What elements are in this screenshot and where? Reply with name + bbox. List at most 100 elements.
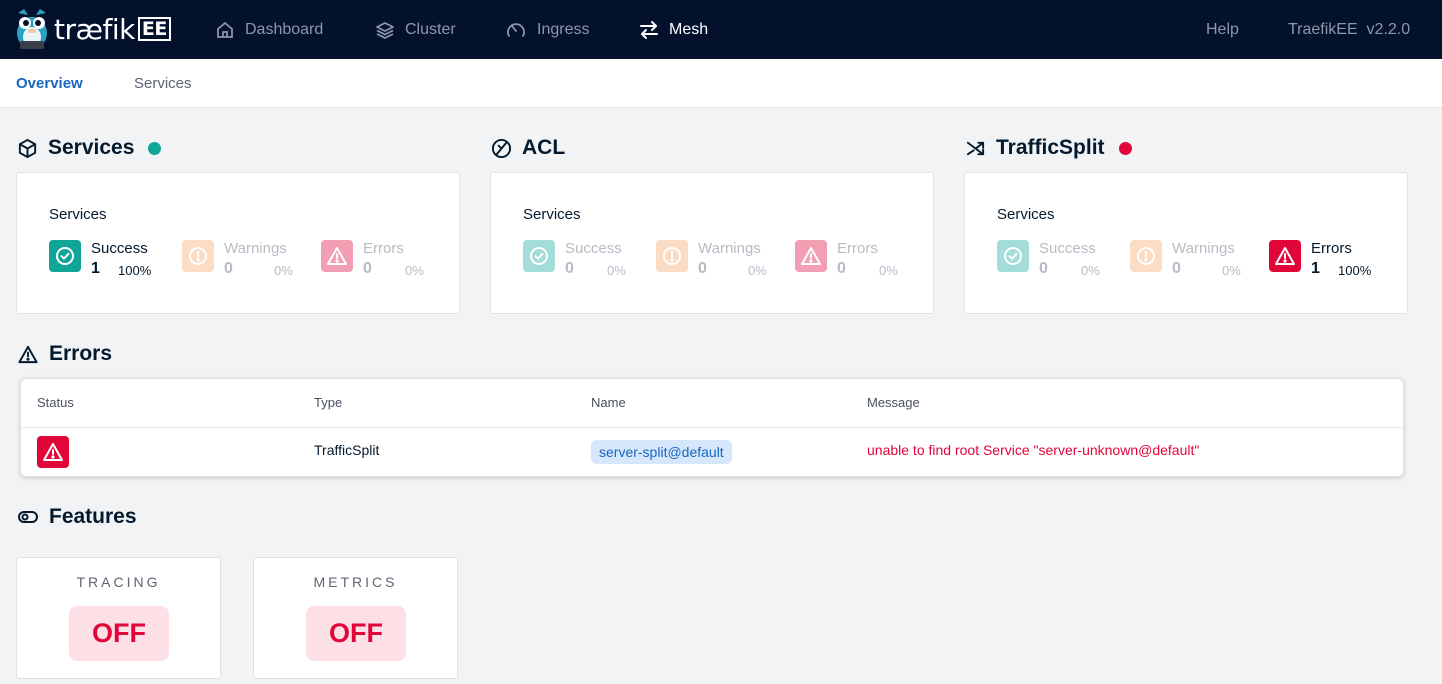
acl-summary-card[interactable]: Services Success 0 0% Warnings 0 0% Erro… (490, 172, 934, 314)
service-name-chip[interactable]: server-split@default (591, 440, 732, 464)
services-summary-card[interactable]: Services Success 1 100% Warnings 0 0% Er… (16, 172, 460, 314)
warning-circle-icon (656, 240, 688, 272)
nav-dashboard[interactable]: Dashboard (215, 0, 323, 59)
nav-cluster[interactable]: Cluster (375, 0, 456, 59)
stat-percent: 0% (748, 263, 767, 278)
feature-label: METRICS (313, 574, 398, 590)
section-title-features: Features (17, 502, 137, 532)
warning-triangle-icon (18, 345, 38, 363)
swap-arrows-icon (640, 20, 658, 39)
tab-overview-label: Overview (16, 74, 83, 92)
stat-percent: 0% (274, 263, 293, 278)
section-title-trafficsplit-text: TrafficSplit (996, 136, 1105, 159)
stat-warnings: Warnings 0 0% (1130, 240, 1270, 278)
nav-ingress[interactable]: Ingress (505, 0, 589, 59)
stat-percent: 0% (879, 263, 898, 278)
logo-wordmark: træfik (54, 12, 135, 46)
stat-label: Success (91, 240, 148, 257)
stat-count: 0 (1039, 260, 1048, 277)
check-circle-icon (523, 240, 555, 272)
stat-count: 0 (698, 260, 707, 277)
nav-help-label: Help (1206, 20, 1239, 38)
section-title-services: Services (17, 133, 162, 163)
layers-icon (376, 21, 394, 39)
cube-icon (18, 138, 37, 158)
warning-circle-icon (182, 240, 214, 272)
column-header-name[interactable]: Name (591, 395, 626, 410)
stat-success: Success 0 0% (523, 240, 663, 278)
stat-count: 0 (1172, 260, 1181, 277)
stat-percent: 100% (118, 263, 152, 278)
nav-mesh[interactable]: Mesh (639, 0, 708, 59)
stat-label: Success (565, 240, 622, 257)
feature-status-badge: OFF (69, 606, 169, 661)
column-header-status[interactable]: Status (37, 395, 74, 410)
nav-mesh-label: Mesh (669, 20, 709, 38)
stat-label: Errors (1311, 240, 1352, 257)
section-title-features-text: Features (49, 505, 137, 528)
feature-card-tracing: TRACING OFF (16, 557, 221, 679)
nav-cluster-label: Cluster (405, 20, 456, 38)
top-navbar: træfik EE Dashboard Cluster Ingress Mesh … (0, 0, 1442, 59)
errors-table: Status Type Name Message TrafficSplit se… (20, 378, 1404, 477)
check-circle-icon (49, 240, 81, 272)
stat-errors: Errors 0 0% (321, 240, 461, 278)
tab-services[interactable]: Services (134, 59, 192, 107)
trafficsplit-summary-card[interactable]: Services Success 0 0% Warnings 0 0% Erro… (964, 172, 1408, 314)
card-label: Services (523, 206, 581, 223)
stat-count: 1 (1311, 260, 1320, 277)
stat-label: Warnings (224, 240, 287, 257)
stat-count: 0 (837, 260, 846, 277)
stat-label: Errors (837, 240, 878, 257)
section-title-errors: Errors (17, 339, 112, 369)
stat-percent: 0% (607, 263, 626, 278)
gopher-mascot-icon (17, 9, 47, 49)
error-triangle-icon (321, 240, 353, 272)
traefikee-logo[interactable]: træfik EE (14, 6, 171, 52)
section-title-errors-text: Errors (49, 342, 113, 365)
section-title-trafficsplit: TrafficSplit (965, 133, 1132, 163)
cell-type: TrafficSplit (314, 442, 380, 458)
version-text: TraefikEE v2.2.0 (1288, 20, 1411, 38)
stat-count: 0 (363, 260, 372, 277)
status-dot-error (1118, 141, 1132, 155)
home-icon (217, 21, 233, 38)
tab-overview[interactable]: Overview (16, 59, 83, 107)
column-header-message[interactable]: Message (867, 395, 920, 410)
nav-help[interactable]: Help (1206, 0, 1239, 59)
stat-label: Errors (363, 240, 404, 257)
feature-label: TRACING (76, 574, 161, 590)
card-label: Services (997, 206, 1055, 223)
check-circle-icon (997, 240, 1029, 272)
stat-warnings: Warnings 0 0% (182, 240, 322, 278)
section-title-services-text: Services (48, 136, 135, 159)
stat-percent: 100% (1338, 263, 1372, 278)
stat-errors: Errors 0 0% (795, 240, 935, 278)
stat-label: Success (1039, 240, 1096, 257)
cell-message: unable to find root Service "server-unkn… (867, 442, 1200, 458)
section-title-acl-text: ACL (522, 136, 566, 159)
nav-dashboard-label: Dashboard (245, 20, 324, 38)
stat-count: 1 (91, 260, 100, 277)
error-triangle-icon (795, 240, 827, 272)
feature-card-metrics: METRICS OFF (253, 557, 458, 679)
stat-success: Success 0 0% (997, 240, 1137, 278)
toggle-icon (18, 511, 38, 523)
stat-percent: 0% (1222, 263, 1241, 278)
table-divider (21, 427, 1403, 428)
stat-count: 0 (565, 260, 574, 277)
stat-label: Warnings (698, 240, 761, 257)
status-dot-success (148, 141, 162, 155)
column-header-type[interactable]: Type (314, 395, 342, 410)
stat-percent: 0% (405, 263, 424, 278)
acl-shield-icon (491, 138, 512, 158)
shuffle-icon (966, 141, 985, 155)
nav-ingress-label: Ingress (537, 20, 590, 38)
stat-warnings: Warnings 0 0% (656, 240, 796, 278)
stat-label: Warnings (1172, 240, 1235, 257)
sub-navbar: Overview Services (0, 59, 1442, 108)
card-label: Services (49, 206, 107, 223)
stat-errors: Errors 1 100% (1269, 240, 1409, 278)
logo-text: træfik EE (54, 13, 171, 46)
version-label: TraefikEE v2.2.0 (1288, 0, 1410, 59)
